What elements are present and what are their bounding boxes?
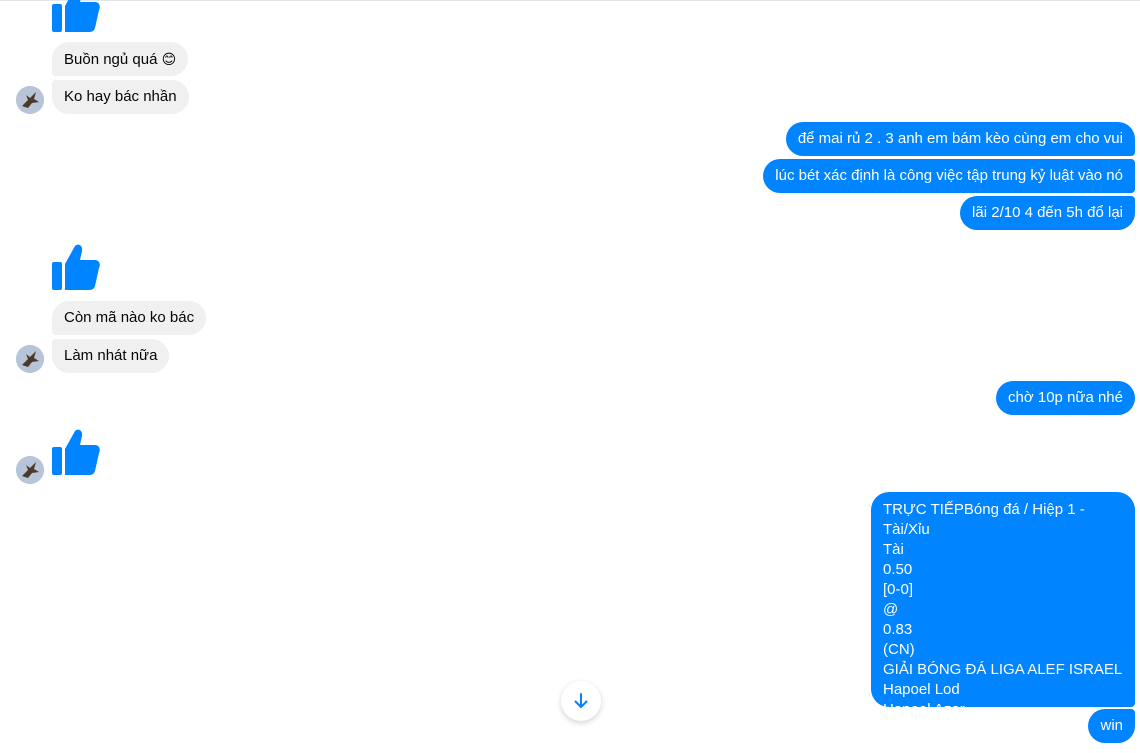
message-outgoing[interactable]: chờ 10p nữa nhé	[996, 381, 1135, 415]
thumbs-up-icon[interactable]	[51, 429, 101, 477]
message-line: Hapoel Lod	[883, 681, 960, 698]
message-text: Ko hay bác nhần	[64, 88, 177, 105]
thumbs-up-icon[interactable]	[51, 244, 101, 292]
avatar[interactable]	[16, 86, 44, 114]
message-text: Buồn ngủ quá	[64, 51, 158, 68]
message-incoming[interactable]: Làm nhát nữa	[52, 339, 170, 373]
top-divider	[0, 0, 1140, 1]
message-outgoing-bet-slip[interactable]: TRỰC TIẾPBóng đá / Hiệp 1 - Tài/Xỉu Tài …	[871, 492, 1135, 718]
message-text: lãi 2/10 4 đến 5h đổ lại	[972, 204, 1123, 221]
scroll-to-bottom-button[interactable]	[561, 681, 601, 721]
message-line: [0-0]	[883, 581, 914, 598]
message-incoming[interactable]: Buồn ngủ quá 😊	[52, 42, 189, 76]
bird-avatar-icon	[16, 86, 44, 114]
message-text: Làm nhát nữa	[64, 347, 158, 364]
message-outgoing[interactable]: win	[1088, 709, 1135, 743]
message-line: TRỰC TIẾPBóng đá / Hiệp 1 - Tài/Xỉu	[883, 501, 1085, 538]
arrow-down-icon	[574, 693, 588, 708]
message-line: (CN)	[883, 641, 915, 658]
message-line: 0.50	[883, 561, 913, 578]
message-line: @	[883, 601, 899, 618]
message-outgoing[interactable]: lúc bét xác định là công việc tập trung …	[763, 159, 1135, 193]
message-line: Hapoel Azor	[883, 701, 965, 718]
message-line: 0.83	[883, 621, 913, 638]
thumbs-up-icon[interactable]	[51, 0, 101, 34]
message-line: GIẢI BÓNG ĐÁ LIGA ALEF ISRAEL	[883, 661, 1123, 678]
smile-emoji: 😊	[161, 51, 177, 67]
avatar[interactable]	[16, 456, 44, 484]
message-line: Tài	[883, 541, 904, 558]
message-text: chờ 10p nữa nhé	[1008, 389, 1123, 406]
message-outgoing[interactable]: lãi 2/10 4 đến 5h đổ lại	[960, 196, 1135, 230]
message-text: win	[1100, 717, 1123, 734]
message-text: để mai rủ 2 . 3 anh em bám kèo cùng em c…	[797, 130, 1123, 147]
message-outgoing[interactable]: để mai rủ 2 . 3 anh em bám kèo cùng em c…	[785, 122, 1135, 156]
message-text: lúc bét xác định là công việc tập trung …	[775, 167, 1123, 184]
message-incoming[interactable]: Còn mã nào ko bác	[52, 301, 207, 335]
bird-avatar-icon	[16, 456, 44, 484]
message-text: Còn mã nào ko bác	[64, 309, 195, 326]
bird-avatar-icon	[16, 345, 44, 373]
message-incoming[interactable]: Ko hay bác nhần	[52, 80, 189, 114]
avatar[interactable]	[16, 345, 44, 373]
